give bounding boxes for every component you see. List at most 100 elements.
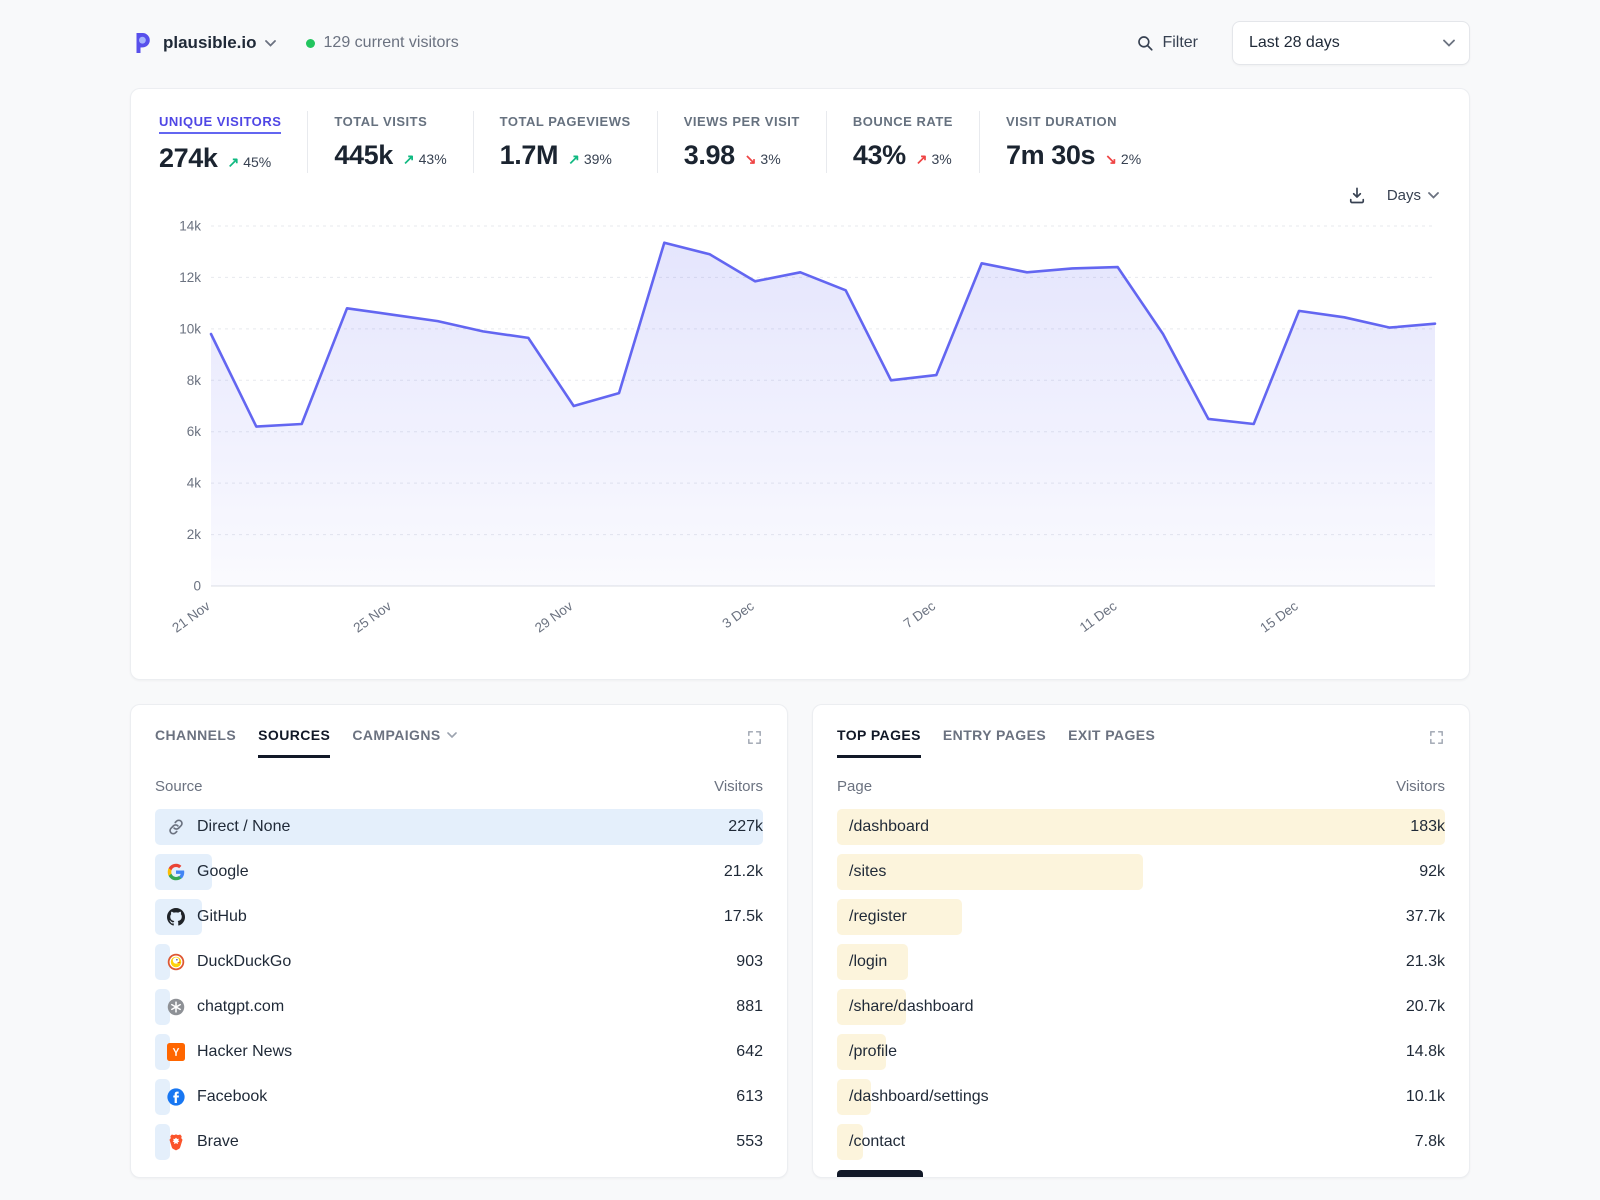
svg-text:15 Dec: 15 Dec [1257, 598, 1301, 635]
table-row[interactable]: /profile14.8k [837, 1030, 1445, 1074]
trend-up-icon: ↗ [227, 154, 239, 171]
visitors-chart[interactable]: 02k4k6k8k10k12k14k21 Nov25 Nov29 Nov3 De… [159, 212, 1441, 669]
row-visitors: 37.7k [1406, 908, 1445, 926]
chevron-down-icon [447, 732, 457, 738]
svg-text:14k: 14k [179, 219, 201, 234]
metric-label: BOUNCE RATE [853, 114, 953, 129]
chatgpt-icon [167, 998, 185, 1016]
row-visitors: 881 [736, 998, 763, 1016]
svg-text:21 Nov: 21 Nov [169, 598, 213, 635]
metric-label: UNIQUE VISITORS [159, 114, 281, 134]
metric-visit-duration[interactable]: VISIT DURATION 7m 30s ↘2% [979, 111, 1167, 173]
row-label: Google [197, 863, 249, 881]
tab-exit-pages[interactable]: EXIT PAGES [1068, 727, 1155, 758]
svg-text:6k: 6k [187, 424, 202, 439]
metric-change: 3% [931, 151, 951, 167]
column-visitors: Visitors [1396, 778, 1445, 795]
row-label: /dashboard [849, 818, 929, 836]
row-visitors: 20.7k [1406, 998, 1445, 1016]
trend-down-icon: ↘ [745, 151, 757, 168]
graph-card: UNIQUE VISITORS 274k ↗45% TOTAL VISITS 4… [130, 88, 1470, 680]
tab-entry-pages[interactable]: ENTRY PAGES [943, 727, 1046, 758]
table-row[interactable]: Direct / None227k [155, 805, 763, 849]
metric-label: VIEWS PER VISIT [684, 114, 800, 129]
expand-button[interactable] [746, 727, 763, 749]
row-label: Brave [197, 1133, 239, 1151]
metric-total-visits[interactable]: TOTAL VISITS 445k ↗43% [307, 111, 472, 173]
svg-text:12k: 12k [179, 270, 201, 285]
row-label: /dashboard/settings [849, 1088, 989, 1106]
metric-change: 2% [1121, 151, 1141, 167]
metric-label: TOTAL PAGEVIEWS [500, 114, 631, 129]
metric-total-pageviews[interactable]: TOTAL PAGEVIEWS 1.7M ↗39% [473, 111, 657, 173]
row-visitors: 227k [728, 818, 763, 836]
row-visitors: 92k [1419, 863, 1445, 881]
current-visitors[interactable]: 129 current visitors [306, 34, 459, 52]
tab-campaigns[interactable]: CAMPAIGNS [352, 727, 456, 758]
row-visitors: 7.8k [1415, 1133, 1445, 1151]
chart-controls: Days [161, 180, 1439, 210]
download-icon [1347, 185, 1367, 205]
plausible-dashboard: plausible.io 129 current visitors Filter… [130, 0, 1470, 1178]
site-name: plausible.io [163, 33, 257, 53]
tab-label: CHANNELS [155, 727, 236, 743]
tab-channels[interactable]: CHANNELS [155, 727, 236, 758]
table-row[interactable]: /dashboard/settings10.1k [837, 1075, 1445, 1119]
sources-tabs: CHANNELS SOURCES CAMPAIGNS [155, 727, 763, 758]
metrics-row: UNIQUE VISITORS 274k ↗45% TOTAL VISITS 4… [159, 111, 1441, 176]
row-visitors: 553 [736, 1133, 763, 1151]
metric-value: 43% [853, 140, 906, 171]
row-label: Hacker News [197, 1043, 292, 1061]
hackernews-icon [167, 1043, 185, 1061]
expand-icon [1428, 729, 1445, 746]
table-row[interactable]: /register 37.7k [837, 895, 1445, 939]
table-row[interactable]: /sites92k [837, 850, 1445, 894]
sources-rows: Direct / None227kGoogle21.2kGitHub17.5kD… [155, 805, 763, 1164]
svg-text:25 Nov: 25 Nov [351, 598, 395, 635]
tab-sources[interactable]: SOURCES [258, 727, 330, 758]
download-button[interactable] [1347, 185, 1367, 205]
brave-icon [167, 1133, 185, 1151]
filter-button[interactable]: Filter [1136, 34, 1198, 52]
filter-label: Filter [1162, 34, 1198, 52]
metric-bounce-rate[interactable]: BOUNCE RATE 43% ↗3% [826, 111, 979, 173]
svg-text:8k: 8k [187, 373, 202, 388]
trend-down-icon: ↘ [1105, 151, 1117, 168]
table-row[interactable]: Google21.2k [155, 850, 763, 894]
tab-top-pages[interactable]: TOP PAGES [837, 727, 921, 758]
metric-unique-visitors[interactable]: UNIQUE VISITORS 274k ↗45% [159, 111, 307, 176]
row-label: /register [849, 908, 907, 926]
metric-views-per-visit[interactable]: VIEWS PER VISIT 3.98 ↘3% [657, 111, 826, 173]
expand-button[interactable] [1428, 727, 1445, 749]
search-icon [1136, 34, 1154, 52]
site-switcher[interactable]: plausible.io [163, 33, 276, 53]
metric-label: VISIT DURATION [1006, 114, 1117, 129]
metric-change: 43% [419, 151, 447, 167]
row-visitors: 14.8k [1406, 1043, 1445, 1061]
interval-selector[interactable]: Days [1387, 187, 1439, 204]
interval-value: Days [1387, 187, 1421, 204]
chart-svg: 02k4k6k8k10k12k14k21 Nov25 Nov29 Nov3 De… [159, 212, 1443, 664]
table-row[interactable]: chatgpt.com881 [155, 985, 763, 1029]
tab-label: CAMPAIGNS [352, 727, 440, 743]
table-row[interactable]: /share/dashboard20.7k [837, 985, 1445, 1029]
table-row[interactable]: /contact 7.8k [837, 1120, 1445, 1164]
metric-value: 445k [334, 140, 392, 171]
cutoff-element [837, 1170, 923, 1178]
table-row[interactable]: Hacker News 642 [155, 1030, 763, 1074]
date-range-selector[interactable]: Last 28 days [1232, 21, 1470, 65]
current-visitors-label: 129 current visitors [324, 34, 459, 52]
table-row[interactable]: /dashboard183k [837, 805, 1445, 849]
row-label: /contact [849, 1133, 905, 1151]
table-row[interactable]: DuckDuckGo903 [155, 940, 763, 984]
row-visitors: 642 [736, 1043, 763, 1061]
metric-value: 7m 30s [1006, 140, 1095, 171]
table-row[interactable]: /login21.3k [837, 940, 1445, 984]
tab-label: ENTRY PAGES [943, 727, 1046, 743]
live-dot-icon [306, 39, 315, 48]
table-row[interactable]: Brave 553 [155, 1120, 763, 1164]
column-source: Source [155, 778, 203, 795]
metric-value: 274k [159, 143, 217, 174]
table-row[interactable]: Facebook613 [155, 1075, 763, 1119]
table-row[interactable]: GitHub17.5k [155, 895, 763, 939]
